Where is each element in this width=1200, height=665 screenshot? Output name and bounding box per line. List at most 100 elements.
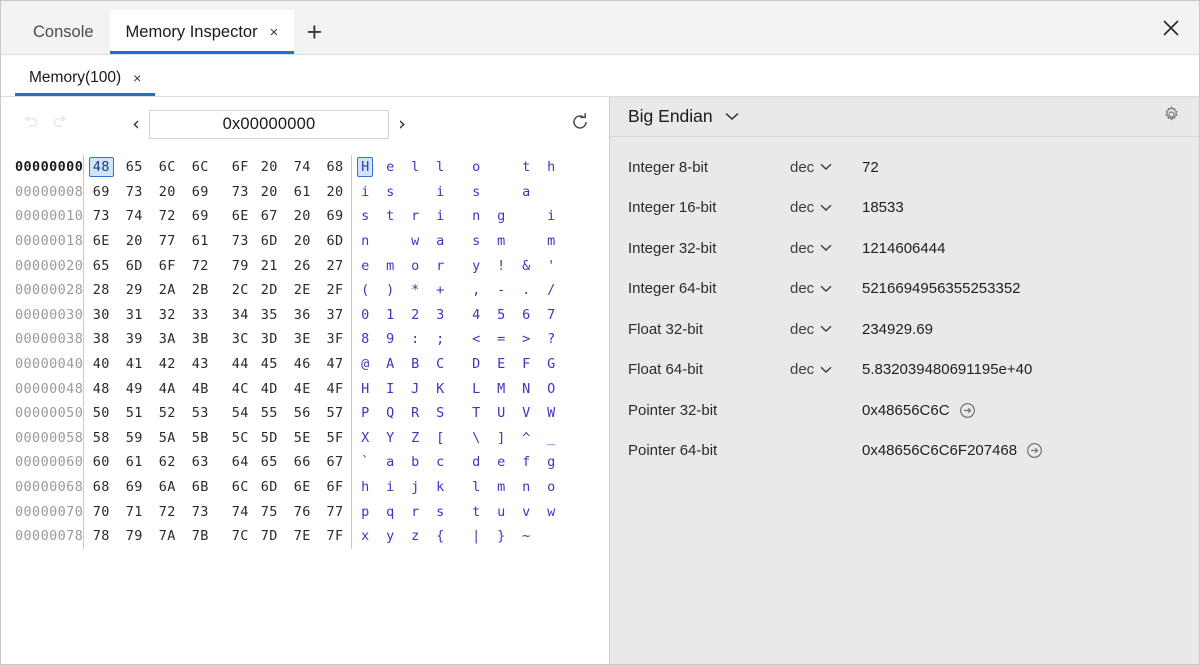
hex-byte-cell[interactable]: 69 (184, 180, 217, 205)
ascii-char-cell[interactable]: v (514, 499, 539, 524)
ascii-char-cell[interactable]: i (428, 180, 453, 205)
value-format-dropdown[interactable]: dec (790, 361, 862, 378)
hex-byte-cell[interactable]: 69 (118, 475, 151, 500)
hex-byte-cell[interactable]: 50 (85, 401, 118, 426)
ascii-char-cell[interactable]: I (378, 376, 403, 401)
ascii-char-cell[interactable]: 5 (489, 303, 514, 328)
hex-byte-cell[interactable]: 5B (184, 426, 217, 451)
ascii-char-cell[interactable]: 0 (353, 303, 378, 328)
ascii-char-cell[interactable]: Q (378, 401, 403, 426)
ascii-char-cell[interactable]: i (378, 475, 403, 500)
hex-byte-cell[interactable]: 59 (118, 426, 151, 451)
ascii-char-cell[interactable]: { (428, 524, 453, 549)
hex-byte-cell[interactable]: 53 (184, 401, 217, 426)
ascii-char-cell[interactable]: m (539, 229, 564, 254)
ascii-char-cell[interactable] (403, 180, 428, 205)
hex-byte-cell[interactable]: 69 (319, 204, 352, 229)
hex-byte-cell[interactable]: 45 (253, 352, 286, 377)
ascii-char-cell[interactable]: o (453, 155, 489, 180)
ascii-char-cell[interactable]: y (453, 253, 489, 278)
ascii-char-cell[interactable]: i (353, 180, 378, 205)
ascii-char-cell[interactable]: R (403, 401, 428, 426)
hex-byte-cell[interactable]: 35 (253, 303, 286, 328)
ascii-char-cell[interactable]: ? (539, 327, 564, 352)
ascii-char-cell[interactable]: Z (403, 426, 428, 451)
ascii-char-cell[interactable]: P (353, 401, 378, 426)
ascii-char-cell[interactable]: m (378, 253, 403, 278)
hex-byte-cell[interactable]: 72 (151, 204, 184, 229)
next-page-button[interactable]: › (389, 110, 415, 138)
hex-byte-cell[interactable]: 6D (319, 229, 352, 254)
hex-byte-cell[interactable]: 4E (286, 376, 319, 401)
ascii-char-cell[interactable]: + (428, 278, 453, 303)
value-format-dropdown[interactable]: dec (790, 280, 862, 297)
hex-byte-cell[interactable]: 73 (118, 180, 151, 205)
hex-byte-cell[interactable]: 38 (85, 327, 118, 352)
hex-byte-cell[interactable]: 70 (85, 499, 118, 524)
hex-byte-cell[interactable]: 21 (253, 253, 286, 278)
hex-byte-cell[interactable]: 48 (85, 155, 118, 180)
refresh-button[interactable] (565, 109, 595, 139)
hex-byte-cell[interactable]: 42 (151, 352, 184, 377)
window-close-button[interactable] (1143, 1, 1199, 54)
hex-byte-cell[interactable]: 3E (286, 327, 319, 352)
hex-byte-cell[interactable]: 79 (118, 524, 151, 549)
ascii-char-cell[interactable]: w (539, 499, 564, 524)
ascii-char-cell[interactable]: 6 (514, 303, 539, 328)
ascii-char-cell[interactable]: = (489, 327, 514, 352)
ascii-char-cell[interactable]: / (539, 278, 564, 303)
value-format-dropdown[interactable]: dec (790, 199, 862, 216)
hex-byte-cell[interactable]: 3D (253, 327, 286, 352)
ascii-char-cell[interactable]: 8 (353, 327, 378, 352)
ascii-char-cell[interactable]: o (539, 475, 564, 500)
value-format-dropdown[interactable]: dec (790, 159, 862, 176)
ascii-char-cell[interactable]: s (378, 180, 403, 205)
ascii-char-cell[interactable]: l (403, 155, 428, 180)
hex-byte-cell[interactable]: 7B (184, 524, 217, 549)
hex-byte-cell[interactable]: 20 (253, 155, 286, 180)
hex-byte-cell[interactable]: 3B (184, 327, 217, 352)
hex-byte-cell[interactable]: 6B (184, 475, 217, 500)
ascii-char-cell[interactable]: p (353, 499, 378, 524)
ascii-char-cell[interactable]: S (428, 401, 453, 426)
ascii-char-cell[interactable]: U (489, 401, 514, 426)
hex-byte-cell[interactable]: 27 (319, 253, 352, 278)
hex-byte-cell[interactable]: 5F (319, 426, 352, 451)
ascii-char-cell[interactable]: r (403, 499, 428, 524)
hex-byte-cell[interactable]: 20 (253, 180, 286, 205)
ascii-char-cell[interactable]: i (539, 204, 564, 229)
jump-to-address-icon[interactable] (1026, 442, 1043, 459)
ascii-char-cell[interactable]: o (403, 253, 428, 278)
ascii-char-cell[interactable]: e (378, 155, 403, 180)
new-tab-button[interactable]: + (294, 10, 334, 54)
hex-byte-cell[interactable]: 6C (217, 475, 253, 500)
hex-byte-cell[interactable]: 6F (217, 155, 253, 180)
hex-byte-cell[interactable]: 7D (253, 524, 286, 549)
hex-dump-scroll[interactable]: 0000000048656C6C6F207468Hello th00000008… (1, 151, 609, 664)
hex-byte-cell[interactable]: 3F (319, 327, 352, 352)
ascii-char-cell[interactable]: 1 (378, 303, 403, 328)
ascii-char-cell[interactable]: d (453, 450, 489, 475)
hex-byte-cell[interactable]: 79 (217, 253, 253, 278)
hex-byte-cell[interactable]: 2E (286, 278, 319, 303)
hex-byte-cell[interactable]: 20 (286, 229, 319, 254)
hex-byte-cell[interactable]: 6D (253, 475, 286, 500)
hex-byte-cell[interactable]: 2D (253, 278, 286, 303)
ascii-char-cell[interactable]: u (489, 499, 514, 524)
hex-byte-cell[interactable]: 43 (184, 352, 217, 377)
ascii-char-cell[interactable]: i (428, 204, 453, 229)
hex-byte-cell[interactable]: 3A (151, 327, 184, 352)
ascii-char-cell[interactable]: h (353, 475, 378, 500)
ascii-char-cell[interactable]: C (428, 352, 453, 377)
close-icon[interactable]: × (270, 25, 279, 40)
memory-tab-0[interactable]: Memory(100) × (15, 60, 155, 96)
hex-byte-cell[interactable]: 49 (118, 376, 151, 401)
hex-byte-cell[interactable]: 62 (151, 450, 184, 475)
ascii-char-cell[interactable]: & (514, 253, 539, 278)
hex-byte-cell[interactable]: 26 (286, 253, 319, 278)
hex-byte-cell[interactable]: 72 (184, 253, 217, 278)
hex-byte-cell[interactable]: 36 (286, 303, 319, 328)
ascii-char-cell[interactable]: < (453, 327, 489, 352)
hex-byte-cell[interactable]: 6F (151, 253, 184, 278)
hex-byte-cell[interactable]: 2A (151, 278, 184, 303)
